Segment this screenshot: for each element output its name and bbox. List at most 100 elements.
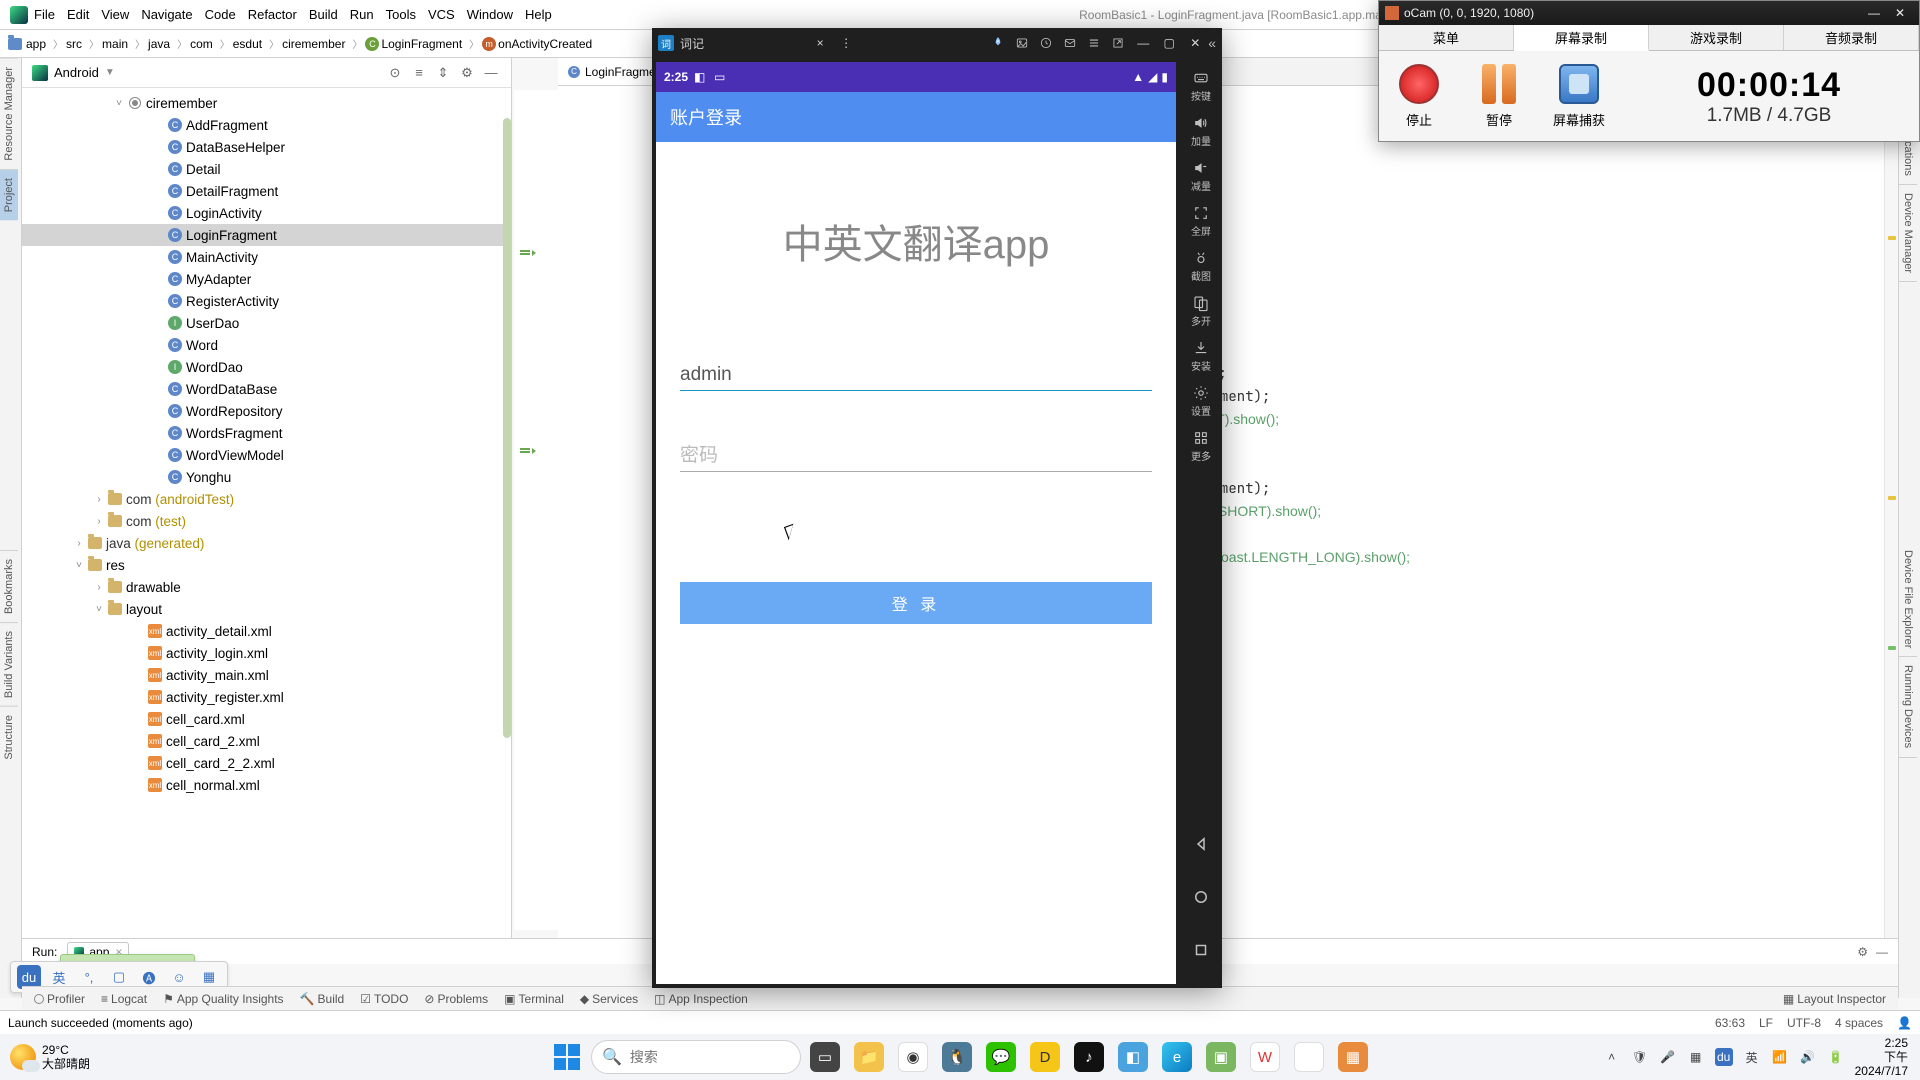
explorer-icon[interactable]: 📁 bbox=[849, 1037, 889, 1077]
ocam-stop-button[interactable]: 停止 bbox=[1379, 64, 1459, 129]
taskbar-search[interactable]: 🔍 bbox=[591, 1040, 801, 1074]
tree-item-wordrepository[interactable]: CWordRepository bbox=[22, 400, 511, 422]
tree-item-worddao[interactable]: IWordDao bbox=[22, 356, 511, 378]
menu-file[interactable]: File bbox=[34, 7, 55, 22]
toolwindow-device-file-explorer[interactable]: Device File Explorer bbox=[1899, 542, 1917, 657]
tree-item-cell_card_2-xml[interactable]: xmlcell_card_2.xml bbox=[22, 730, 511, 752]
tab-build[interactable]: 🔨 Build bbox=[300, 992, 345, 1006]
tree-item-cell_card-xml[interactable]: xmlcell_card.xml bbox=[22, 708, 511, 730]
app-icon[interactable]: D bbox=[1025, 1037, 1065, 1077]
menu-navigate[interactable]: Navigate bbox=[141, 7, 192, 22]
tree-item-activity_register-xml[interactable]: xmlactivity_register.xml bbox=[22, 686, 511, 708]
em-side-keys[interactable]: 按键 bbox=[1180, 64, 1222, 107]
taskbar-clock[interactable]: 2:25 下午 2024/7/17 bbox=[1855, 1036, 1908, 1078]
toolwindow-running-devices[interactable]: Running Devices bbox=[1899, 657, 1917, 757]
nav-back-icon[interactable] bbox=[1192, 835, 1210, 858]
tray-lang-icon[interactable]: 英 bbox=[1743, 1048, 1761, 1066]
breadcrumb[interactable]: app bbox=[26, 37, 46, 51]
ocam-capture-button[interactable]: 屏幕捕获 bbox=[1539, 64, 1619, 129]
scrollbar[interactable] bbox=[501, 88, 511, 938]
close-tab-icon[interactable]: × bbox=[807, 36, 833, 50]
em-side-more[interactable]: 更多 bbox=[1180, 424, 1222, 467]
mail-icon[interactable] bbox=[1058, 28, 1082, 58]
breadcrumb[interactable]: src bbox=[66, 37, 82, 51]
ocam-titlebar[interactable]: oCam (0, 0, 1920, 1080) — ✕ bbox=[1379, 1, 1919, 25]
app-icon[interactable]: ▦ bbox=[1333, 1037, 1373, 1077]
indent[interactable]: 4 spaces bbox=[1835, 1016, 1883, 1030]
hide-icon[interactable]: — bbox=[1876, 945, 1888, 959]
chevron-down-icon[interactable]: ▼ bbox=[105, 67, 115, 78]
tab-profiler[interactable]: Profiler bbox=[34, 992, 85, 1006]
emulator-window[interactable]: 词 词记 × ⋮ — ▢ ✕ « 2:25 ◧ ▭ ▲ ◢ ▮ 账户登录 bbox=[652, 28, 1222, 988]
hide-icon[interactable]: — bbox=[481, 63, 501, 83]
close-button[interactable]: ✕ bbox=[1887, 6, 1913, 20]
tree-item-registeractivity[interactable]: CRegisterActivity bbox=[22, 290, 511, 312]
reader-mode-icon[interactable]: 👤 bbox=[1897, 1016, 1912, 1030]
tray-wifi-icon[interactable]: 📶 bbox=[1771, 1048, 1789, 1066]
select-opened-file-icon[interactable]: ⊙ bbox=[385, 63, 405, 83]
tree-item-databasehelper[interactable]: CDataBaseHelper bbox=[22, 136, 511, 158]
tree-java-generated[interactable]: ›java (generated) bbox=[22, 532, 511, 554]
tree-item-mainactivity[interactable]: CMainActivity bbox=[22, 246, 511, 268]
line-separator[interactable]: LF bbox=[1759, 1016, 1773, 1030]
tree-item-cell_normal-xml[interactable]: xmlcell_normal.xml bbox=[22, 774, 511, 796]
menu-refactor[interactable]: Refactor bbox=[248, 7, 297, 22]
run-gutter-icon[interactable] bbox=[520, 250, 534, 256]
toolwindow-resource-manager[interactable]: Resource Manager bbox=[0, 58, 18, 169]
tree-item-loginactivity[interactable]: CLoginActivity bbox=[22, 202, 511, 224]
tree-item-worddatabase[interactable]: CWordDataBase bbox=[22, 378, 511, 400]
em-side-volume-down[interactable]: 减量 bbox=[1180, 154, 1222, 197]
tree-item-detail[interactable]: CDetail bbox=[22, 158, 511, 180]
nav-home-icon[interactable] bbox=[1192, 888, 1210, 911]
error-stripe[interactable] bbox=[1884, 86, 1898, 938]
tiktok-icon[interactable]: ♪ bbox=[1069, 1037, 1109, 1077]
app-icon[interactable]: ▣ bbox=[1201, 1037, 1241, 1077]
collapse-all-icon[interactable]: ⇕ bbox=[433, 63, 453, 83]
breadcrumb[interactable]: java bbox=[148, 37, 170, 51]
tray-app-icon[interactable]: ▦ bbox=[1687, 1048, 1705, 1066]
ocam-tab-screen-record[interactable]: 屏幕录制 bbox=[1514, 25, 1649, 51]
breadcrumb[interactable]: onActivityCreated bbox=[498, 37, 592, 51]
tab-services[interactable]: ◆ Services bbox=[580, 992, 638, 1006]
menu-lines-icon[interactable] bbox=[1082, 28, 1106, 58]
menu-tools[interactable]: Tools bbox=[386, 7, 416, 22]
toolwindow-device-manager[interactable]: Device Manager bbox=[1899, 185, 1917, 282]
tree-item-cell_card_2_2-xml[interactable]: xmlcell_card_2_2.xml bbox=[22, 752, 511, 774]
rocket-icon[interactable] bbox=[986, 28, 1010, 58]
tree-item-yonghu[interactable]: CYonghu bbox=[22, 466, 511, 488]
minimize-button[interactable]: — bbox=[1861, 6, 1887, 20]
chevron-left-icon[interactable]: « bbox=[1208, 35, 1216, 51]
menu-edit[interactable]: Edit bbox=[67, 7, 89, 22]
menu-build[interactable]: Build bbox=[309, 7, 338, 22]
tree-pkg-ciremember[interactable]: ˅ciremember bbox=[22, 92, 511, 114]
tree-item-myadapter[interactable]: CMyAdapter bbox=[22, 268, 511, 290]
start-button[interactable] bbox=[547, 1037, 587, 1077]
em-side-install[interactable]: 安装 bbox=[1180, 334, 1222, 377]
tab-app-quality[interactable]: ⚑ App Quality Insights bbox=[163, 992, 284, 1006]
menu-window[interactable]: Window bbox=[467, 7, 513, 22]
task-view-button[interactable]: ▭ bbox=[805, 1037, 845, 1077]
tray-battery-icon[interactable]: 🔋 bbox=[1827, 1048, 1845, 1066]
toolwindow-build-variants[interactable]: Build Variants bbox=[0, 622, 18, 706]
image-icon[interactable] bbox=[1010, 28, 1034, 58]
gear-icon[interactable]: ⚙ bbox=[1857, 945, 1868, 959]
tray-volume-icon[interactable]: 🔊 bbox=[1799, 1048, 1817, 1066]
tree-item-word[interactable]: CWord bbox=[22, 334, 511, 356]
breadcrumb[interactable]: com bbox=[190, 37, 213, 51]
expand-all-icon[interactable]: ≡ bbox=[409, 63, 429, 83]
tab-layout-inspector[interactable]: ▦ Layout Inspector bbox=[1783, 992, 1886, 1006]
project-tree[interactable]: ˅cirememberCAddFragmentCDataBaseHelperCD… bbox=[22, 88, 511, 938]
tab-app-inspection[interactable]: ◫ App Inspection bbox=[654, 992, 748, 1006]
tree-drawable[interactable]: ›drawable bbox=[22, 576, 511, 598]
app-icon[interactable]: 🐧 bbox=[937, 1037, 977, 1077]
username-input[interactable] bbox=[680, 360, 1152, 391]
edge-icon[interactable]: e bbox=[1157, 1037, 1197, 1077]
minimize-button[interactable]: — bbox=[1130, 36, 1156, 50]
tray-shield-icon[interactable]: 🛡 bbox=[1631, 1048, 1649, 1066]
tray-overflow-icon[interactable]: ˄ bbox=[1603, 1048, 1621, 1066]
tree-pkg-test[interactable]: ›com (test) bbox=[22, 510, 511, 532]
emulator-titlebar[interactable]: 词 词记 × ⋮ — ▢ ✕ « bbox=[652, 28, 1222, 58]
file-encoding[interactable]: UTF-8 bbox=[1787, 1016, 1821, 1030]
search-input[interactable] bbox=[630, 1049, 811, 1065]
tree-item-detailfragment[interactable]: CDetailFragment bbox=[22, 180, 511, 202]
